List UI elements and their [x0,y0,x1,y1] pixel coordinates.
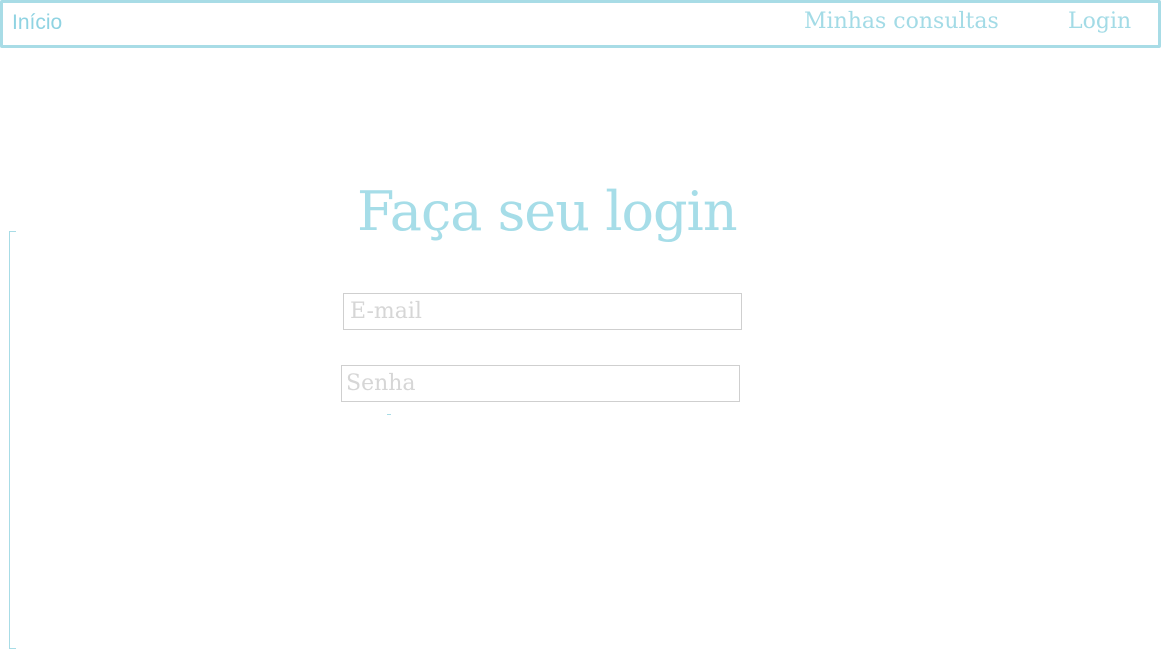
nav-my-appointments-link[interactable]: Minhas consultas [804,9,999,34]
stray-mark [387,414,391,415]
nav-home-link[interactable]: Início [12,11,62,35]
password-field[interactable] [341,365,740,402]
nav-login-link[interactable]: Login [1068,9,1131,34]
email-field[interactable] [343,293,742,330]
page-title: Faça seu login [357,180,738,243]
side-bracket-divider [9,231,16,649]
top-navbar: Início Minhas consultas Login [0,0,1161,48]
